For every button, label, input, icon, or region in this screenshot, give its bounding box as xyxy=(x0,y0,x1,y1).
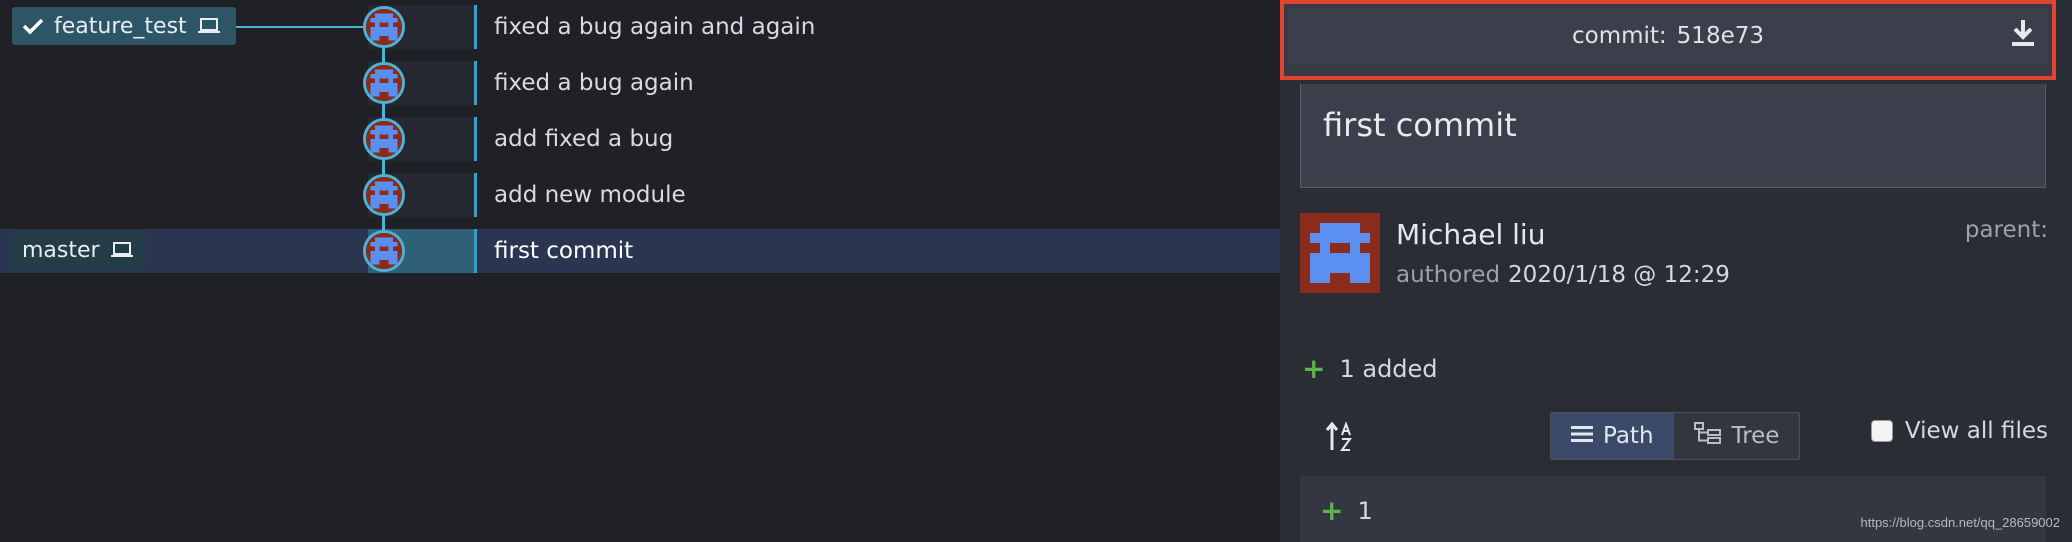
row-separator xyxy=(474,117,477,161)
plus-icon: + xyxy=(1320,494,1344,527)
view-tree-label: Tree xyxy=(1731,423,1780,449)
commit-row[interactable]: add fixed a bug xyxy=(0,117,1280,161)
parent-label: parent: xyxy=(1964,217,2048,243)
commit-label: commit: xyxy=(1571,23,1667,49)
author-name: Michael liu xyxy=(1396,218,1546,251)
authored-date: 2020/1/18 @ 12:29 xyxy=(1508,262,1730,288)
plus-icon: + xyxy=(1302,352,1326,385)
commit-row[interactable]: fixed a bug again xyxy=(0,61,1280,105)
view-all-files-checkbox[interactable] xyxy=(1870,420,1893,442)
row-separator xyxy=(474,61,477,105)
commit-sha[interactable]: 518e73 xyxy=(1677,23,1764,49)
commit-node-avatar[interactable] xyxy=(363,62,405,104)
commit-message-box: first commit xyxy=(1300,84,2046,188)
row-separator xyxy=(474,229,477,273)
view-all-files-label: View all files xyxy=(1904,418,2048,444)
commit-detail-panel: commit: 518e73 first commit Michael liu … xyxy=(1280,0,2072,542)
branch-name: master xyxy=(22,237,100,263)
checkmark-icon xyxy=(22,17,44,35)
view-all-files-toggle[interactable]: View all files xyxy=(1870,418,2048,444)
commit-row-selected[interactable]: first commit xyxy=(0,229,1280,273)
commit-header: commit: 518e73 xyxy=(1280,0,2056,80)
commit-message: add fixed a bug xyxy=(494,126,674,152)
commit-message: add new module xyxy=(494,182,686,208)
commit-node-avatar[interactable] xyxy=(363,174,405,216)
added-count-label: 1 added xyxy=(1339,355,1438,383)
laptop-icon xyxy=(110,241,134,259)
added-summary: + 1 added xyxy=(1302,352,1438,385)
view-path-button[interactable]: Path xyxy=(1551,413,1674,459)
branch-tag-feature-test[interactable]: feature_test xyxy=(12,7,236,45)
branch-name: feature_test xyxy=(54,13,187,39)
authored-line: authored 2020/1/18 @ 12:29 xyxy=(1396,262,1730,288)
row-separator xyxy=(474,173,477,217)
commit-graph-panel: fixed a bug again and again fixed a bug … xyxy=(0,0,1280,542)
authored-label: authored xyxy=(1396,262,1501,288)
branch-tag-master[interactable]: master xyxy=(12,231,146,269)
sort-az-icon[interactable] xyxy=(1324,420,1358,454)
commit-message: fixed a bug again and again xyxy=(494,14,816,40)
view-path-label: Path xyxy=(1603,423,1654,449)
commit-node-avatar[interactable] xyxy=(363,230,405,272)
list-icon xyxy=(1571,423,1593,449)
watermark: https://blog.csdn.net/qq_28659002 xyxy=(1860,515,2061,530)
file-list-row[interactable]: + 1 xyxy=(1300,476,2046,542)
commit-row[interactable]: add new module xyxy=(0,173,1280,217)
view-mode-toggle: Path Tree xyxy=(1550,412,1801,460)
commit-node-avatar[interactable] xyxy=(363,6,405,48)
download-icon[interactable] xyxy=(2008,16,2038,50)
commit-message: fixed a bug again xyxy=(494,70,694,96)
laptop-icon xyxy=(197,17,221,35)
tree-icon xyxy=(1693,422,1722,450)
view-tree-button[interactable]: Tree xyxy=(1673,413,1800,459)
row-separator xyxy=(474,5,477,49)
file-count: 1 xyxy=(1357,497,1373,525)
commit-node-avatar[interactable] xyxy=(363,118,405,160)
author-avatar xyxy=(1300,213,1380,293)
commit-message: first commit xyxy=(494,238,634,264)
